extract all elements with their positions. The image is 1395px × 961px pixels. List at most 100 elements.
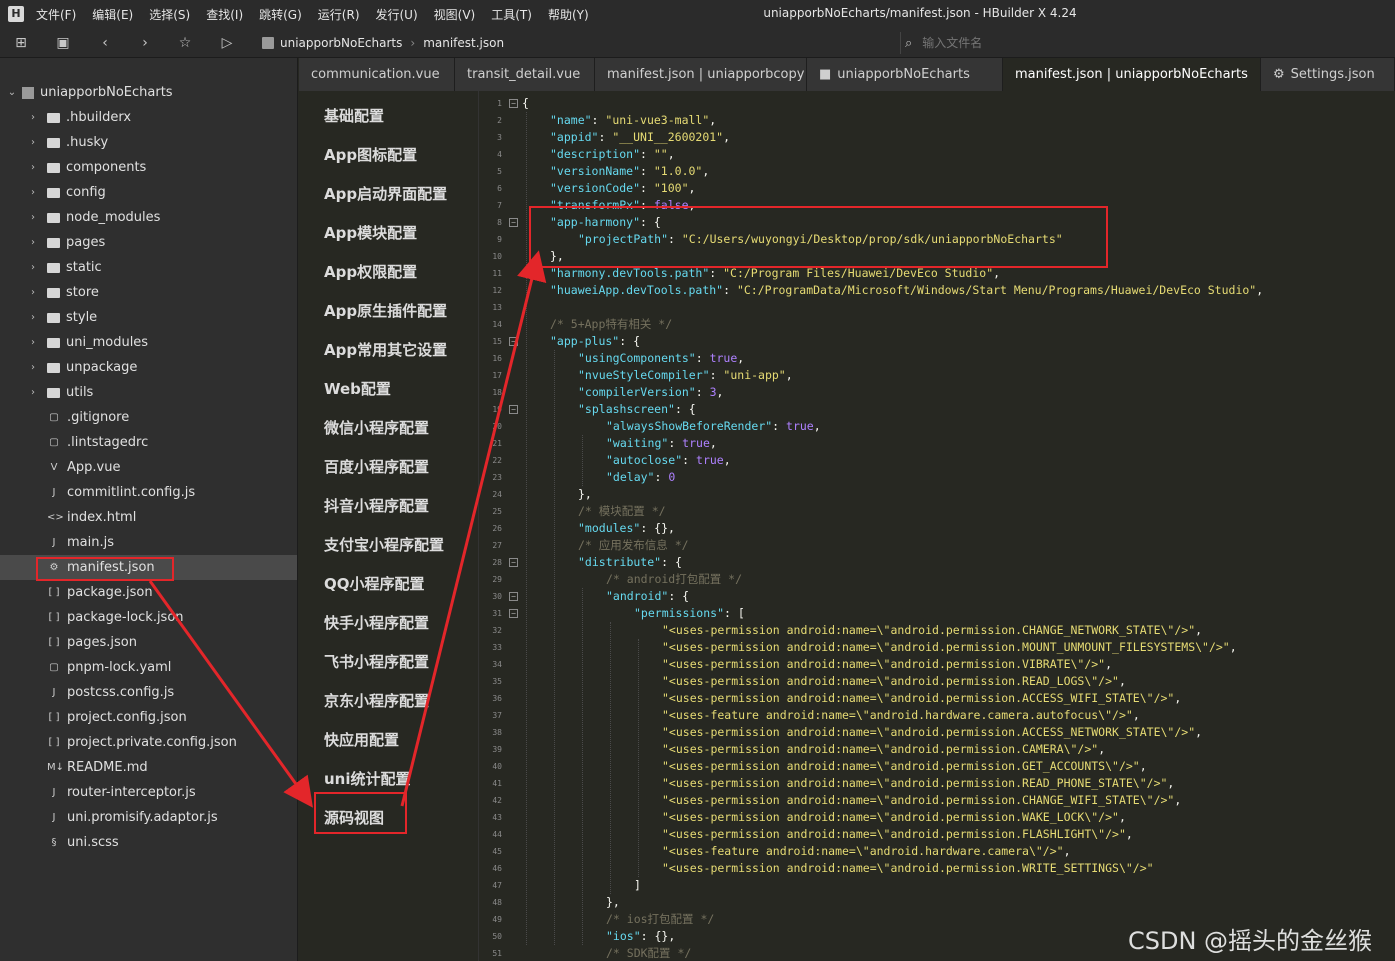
tree-file[interactable]: [ ] project.private.config.json bbox=[0, 730, 297, 755]
config-nav-item[interactable]: 基础配置 bbox=[324, 105, 384, 126]
tree-file[interactable]: [ ] project.config.json bbox=[0, 705, 297, 730]
code-text: "description": "", bbox=[550, 146, 675, 163]
tree-file[interactable]: [ ] package.json bbox=[0, 580, 297, 605]
config-nav-item[interactable]: App权限配置 bbox=[324, 261, 417, 282]
editor-tab[interactable]: manifest.json | uniapporbNoEcharts bbox=[1003, 58, 1261, 91]
menu-item[interactable]: 跳转(G) bbox=[259, 6, 302, 23]
menu-item[interactable]: 查找(I) bbox=[206, 6, 243, 23]
favorite-star-icon[interactable]: ☆ bbox=[176, 34, 194, 52]
menu-item[interactable]: 工具(T) bbox=[491, 6, 532, 23]
tree-file[interactable]: Juni.promisify.adaptor.js bbox=[0, 805, 297, 830]
breadcrumb-file[interactable]: manifest.json bbox=[423, 36, 504, 50]
config-nav-item[interactable]: 飞书小程序配置 bbox=[324, 651, 429, 672]
config-nav-item[interactable]: App模块配置 bbox=[324, 222, 417, 243]
tree-file[interactable]: V App.vue bbox=[0, 455, 297, 480]
fold-toggle-icon[interactable]: − bbox=[509, 218, 518, 227]
tree-file[interactable]: Jpostcss.config.js bbox=[0, 680, 297, 705]
editor-tab[interactable]: ■ uniapporbNoEcharts bbox=[807, 58, 1003, 91]
fold-toggle-icon[interactable]: − bbox=[509, 592, 518, 601]
file-search-input[interactable] bbox=[922, 36, 1303, 50]
tree-file[interactable]: Jmain.js bbox=[0, 530, 297, 555]
config-nav-item[interactable]: 支付宝小程序配置 bbox=[324, 534, 444, 555]
code-token: "appid" bbox=[550, 130, 599, 144]
fold-toggle-icon[interactable]: − bbox=[509, 558, 518, 567]
tree-file[interactable]: Jrouter-interceptor.js bbox=[0, 780, 297, 805]
config-nav-item[interactable]: App常用其它设置 bbox=[324, 339, 447, 360]
tree-file[interactable]: ▢ pnpm-lock.yaml bbox=[0, 655, 297, 680]
code-text: "<uses-permission android:name=\"android… bbox=[662, 792, 1181, 809]
tree-folder[interactable]: › uni_modules bbox=[0, 330, 297, 355]
fold-toggle-icon[interactable]: − bbox=[509, 609, 518, 618]
tree-folder[interactable]: › style bbox=[0, 305, 297, 330]
config-nav-item[interactable]: 京东小程序配置 bbox=[324, 690, 429, 711]
code-token: "<uses-permission android:name=\"android… bbox=[662, 793, 1175, 807]
menu-item[interactable]: 文件(F) bbox=[36, 6, 76, 23]
line-number: 38 bbox=[492, 728, 502, 737]
config-nav-item[interactable]: App启动界面配置 bbox=[324, 183, 447, 204]
config-nav-item[interactable]: QQ小程序配置 bbox=[324, 573, 425, 594]
fold-toggle-icon[interactable]: − bbox=[509, 337, 518, 346]
tree-folder[interactable]: › components bbox=[0, 155, 297, 180]
config-nav-item[interactable]: 快手小程序配置 bbox=[324, 612, 429, 633]
fold-toggle-icon[interactable]: − bbox=[509, 99, 518, 108]
menu-item[interactable]: 帮助(Y) bbox=[548, 6, 589, 23]
tree-file[interactable]: ▢ .gitignore bbox=[0, 405, 297, 430]
tree-folder[interactable]: › config bbox=[0, 180, 297, 205]
config-nav-item[interactable]: Web配置 bbox=[324, 378, 391, 399]
breadcrumb-project[interactable]: uniapporbNoEcharts bbox=[280, 36, 402, 50]
code-line: 32 "<uses-permission android:name=\"andro… bbox=[480, 622, 1395, 639]
save-icon[interactable]: ▣ bbox=[54, 34, 72, 52]
tree-folder[interactable]: › pages bbox=[0, 230, 297, 255]
indent-guide bbox=[582, 588, 583, 945]
tree-file[interactable]: § uni.scss bbox=[0, 830, 297, 855]
config-nav-item[interactable]: uni统计配置 bbox=[324, 768, 411, 789]
new-file-icon[interactable]: ⊞ bbox=[12, 34, 30, 52]
line-number: 19 bbox=[492, 405, 502, 414]
code-token: "uni-vue3-mall" bbox=[605, 113, 710, 127]
tree-root[interactable]: ⌄ uniapporbNoEcharts bbox=[0, 80, 297, 105]
line-number: 17 bbox=[492, 371, 502, 380]
line-number: 50 bbox=[492, 932, 502, 941]
tree-folder[interactable]: › .husky bbox=[0, 130, 297, 155]
config-nav-item[interactable]: 快应用配置 bbox=[324, 729, 399, 750]
tree-folder[interactable]: › unpackage bbox=[0, 355, 297, 380]
code-token: "1.0.0" bbox=[653, 164, 703, 178]
tree-file[interactable]: <> index.html bbox=[0, 505, 297, 530]
editor-tab[interactable]: ⚙ Settings.json bbox=[1261, 58, 1395, 91]
tree-file[interactable]: [ ] package-lock.json bbox=[0, 605, 297, 630]
tree-folder[interactable]: › node_modules bbox=[0, 205, 297, 230]
menu-item[interactable]: 视图(V) bbox=[434, 6, 476, 23]
code-text: "permissions": [ bbox=[634, 605, 745, 622]
menu-item[interactable]: 发行(U) bbox=[376, 6, 418, 23]
tree-file[interactable]: M↓ README.md bbox=[0, 755, 297, 780]
tree-file[interactable]: Jcommitlint.config.js bbox=[0, 480, 297, 505]
code-token: : bbox=[772, 419, 787, 433]
tree-file[interactable]: [ ] pages.json bbox=[0, 630, 297, 655]
back-icon[interactable]: ‹ bbox=[96, 34, 114, 52]
config-nav-item[interactable]: 微信小程序配置 bbox=[324, 417, 429, 438]
config-nav-item[interactable]: 百度小程序配置 bbox=[324, 456, 429, 477]
config-nav-item[interactable]: App原生插件配置 bbox=[324, 300, 447, 321]
tree-file[interactable]: ▢ .lintstagedrc bbox=[0, 430, 297, 455]
editor-tab[interactable]: transit_detail.vue bbox=[455, 58, 595, 91]
tree-folder[interactable]: › store bbox=[0, 280, 297, 305]
forward-icon[interactable]: › bbox=[136, 34, 154, 52]
code-text: "delay": 0 bbox=[606, 469, 675, 486]
tree-folder[interactable]: › utils bbox=[0, 380, 297, 405]
editor-tab[interactable]: manifest.json | uniapporbcopy bbox=[595, 58, 807, 91]
code-token: "<uses-permission android:name=\"android… bbox=[662, 827, 1126, 841]
chevron-right-icon: › bbox=[31, 162, 35, 173]
run-icon[interactable]: ▷ bbox=[218, 34, 236, 52]
fold-toggle-icon[interactable]: − bbox=[509, 405, 518, 414]
menu-item[interactable]: 编辑(E) bbox=[92, 6, 133, 23]
config-nav-item[interactable]: 抖音小程序配置 bbox=[324, 495, 429, 516]
config-nav-item[interactable]: App图标配置 bbox=[324, 144, 417, 165]
editor-tab[interactable]: communication.vue bbox=[299, 58, 455, 91]
code-line: 41 "<uses-permission android:name=\"andro… bbox=[480, 775, 1395, 792]
menu-item[interactable]: 运行(R) bbox=[318, 6, 360, 23]
tree-folder[interactable]: › .hbuilderx bbox=[0, 105, 297, 130]
folder-icon bbox=[47, 287, 60, 298]
annotation-box-source-view bbox=[314, 792, 407, 834]
menu-item[interactable]: 选择(S) bbox=[149, 6, 190, 23]
tree-folder[interactable]: › static bbox=[0, 255, 297, 280]
